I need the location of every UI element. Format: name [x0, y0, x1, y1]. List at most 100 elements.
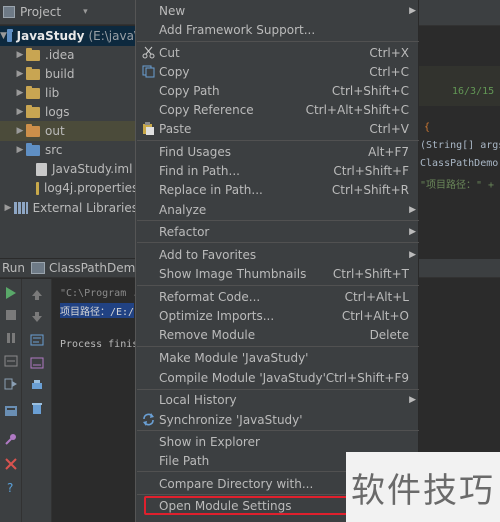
chevron-down-icon[interactable]: ▾	[83, 7, 88, 17]
tree-item-javastudy-iml[interactable]: JavaStudy.iml	[0, 159, 138, 179]
excluded-folder-icon	[26, 123, 40, 137]
project-tree: ▼ JavaStudy (E:\java\ ▶ .idea ▶ build ▶ …	[0, 26, 138, 260]
submenu-arrow-icon: ▶	[409, 204, 416, 215]
tree-item-logs[interactable]: ▶ logs	[0, 102, 138, 122]
menu-item-analyze[interactable]: Analyze ▶	[136, 200, 420, 219]
run-config-name[interactable]: ClassPathDemo	[49, 261, 143, 275]
arrow-down-icon[interactable]	[30, 311, 44, 323]
tree-item-label: logs	[45, 105, 70, 119]
tree-item-label: JavaStudy	[16, 29, 85, 43]
tree-item-label: lib	[45, 86, 60, 100]
pause-icon[interactable]	[4, 332, 18, 344]
menu-item-copy-reference[interactable]: Copy Reference Ctrl+Alt+Shift+C	[136, 100, 420, 119]
pin-icon[interactable]	[4, 433, 18, 445]
trash-icon[interactable]	[30, 402, 44, 414]
iml-file-icon	[36, 162, 47, 176]
expand-arrow-icon[interactable]: ▶	[14, 126, 26, 136]
help-icon[interactable]: ?	[4, 481, 18, 493]
menu-item-label: Copy	[159, 64, 190, 79]
menu-item-refactor[interactable]: Refactor ▶	[136, 222, 420, 241]
menu-item-shortcut: Ctrl+Shift+R	[331, 182, 409, 197]
menu-item-reformat-code[interactable]: Reformat Code... Ctrl+Alt+L	[136, 287, 420, 306]
sync-icon	[143, 413, 154, 426]
folder-icon	[26, 104, 40, 118]
print-icon[interactable]	[30, 379, 44, 391]
menu-separator	[137, 242, 419, 243]
menu-item-copy[interactable]: Copy Ctrl+C	[136, 62, 420, 81]
tree-item-out[interactable]: ▶ out	[0, 121, 138, 141]
menu-item-shortcut: Ctrl+V	[369, 121, 409, 136]
menu-item-shortcut: Ctrl+Shift+F	[333, 163, 409, 178]
expand-arrow-icon[interactable]: ▶	[14, 50, 26, 60]
tree-item-javastudy[interactable]: ▼ JavaStudy (E:\java\	[0, 26, 138, 46]
menu-item-remove-module[interactable]: Remove Module Delete	[136, 325, 420, 344]
menu-item-optimize-imports[interactable]: Optimize Imports... Ctrl+Alt+O	[136, 306, 420, 325]
tree-item-label: src	[45, 143, 63, 157]
menu-separator	[137, 140, 419, 141]
expand-arrow-icon[interactable]: ▶	[14, 145, 26, 155]
stop-icon[interactable]	[4, 309, 18, 321]
menu-item-label: File Path	[159, 453, 210, 468]
menu-item-label: Copy Path	[159, 83, 220, 98]
arrow-up-icon[interactable]	[30, 289, 44, 301]
menu-item-synchronize[interactable]: Synchronize 'JavaStudy'	[136, 410, 420, 429]
menu-item-copy-path[interactable]: Copy Path Ctrl+Shift+C	[136, 81, 420, 100]
exit-icon[interactable]	[4, 378, 18, 390]
menu-item-label: Synchronize 'JavaStudy'	[159, 412, 303, 427]
code-line: ClassPathDemo.	[420, 158, 500, 169]
rerun-icon[interactable]	[4, 287, 18, 299]
close-icon[interactable]	[4, 458, 18, 470]
project-panel-header[interactable]: Project ▾	[0, 0, 138, 25]
submenu-arrow-icon: ▶	[409, 5, 416, 16]
menu-item-add-framework-support[interactable]: Add Framework Support...	[136, 20, 420, 39]
tree-item-build[interactable]: ▶ build	[0, 64, 138, 84]
menu-item-label: Refactor	[159, 224, 210, 239]
menu-item-find-usages[interactable]: Find Usages Alt+F7	[136, 142, 420, 161]
tree-item-log4j-properties[interactable]: log4j.properties	[0, 178, 138, 198]
scissors-icon	[142, 46, 155, 59]
menu-item-label: Open Module Settings	[159, 498, 292, 513]
menu-separator	[137, 346, 419, 347]
menu-item-shortcut: Ctrl+X	[369, 45, 409, 60]
scroll-to-end-icon[interactable]	[30, 357, 44, 369]
expand-arrow-icon[interactable]: ▼	[0, 31, 7, 41]
menu-separator	[137, 41, 419, 42]
project-panel-title: Project	[20, 5, 62, 19]
menu-item-compile-module[interactable]: Compile Module 'JavaStudy' Ctrl+Shift+F9	[136, 368, 420, 387]
expand-arrow-icon[interactable]: ▶	[14, 88, 26, 98]
expand-arrow-icon[interactable]: ▶	[14, 69, 26, 79]
menu-item-show-image-thumbnails[interactable]: Show Image Thumbnails Ctrl+Shift+T	[136, 264, 420, 283]
menu-item-find-in-path[interactable]: Find in Path... Ctrl+Shift+F	[136, 161, 420, 180]
menu-item-add-to-favorites[interactable]: Add to Favorites ▶	[136, 245, 420, 264]
menu-item-label: Local History	[159, 392, 237, 407]
menu-item-label: Optimize Imports...	[159, 308, 275, 323]
menu-item-replace-in-path[interactable]: Replace in Path... Ctrl+Shift+R	[136, 180, 420, 199]
menu-item-label: Show Image Thumbnails	[159, 266, 307, 281]
menu-item-cut[interactable]: Cut Ctrl+X	[136, 43, 420, 62]
tree-item-idea[interactable]: ▶ .idea	[0, 45, 138, 65]
run-panel-label: Run	[2, 261, 26, 275]
menu-item-label: New	[159, 3, 186, 18]
expand-arrow-icon[interactable]: ▶	[14, 107, 26, 117]
menu-item-local-history[interactable]: Local History ▶	[136, 390, 420, 409]
menu-item-label: Remove Module	[159, 327, 256, 342]
tree-item-lib[interactable]: ▶ lib	[0, 83, 138, 103]
tree-item-src[interactable]: ▶ src	[0, 140, 138, 160]
dump-threads-icon[interactable]	[4, 355, 18, 367]
menu-item-label: Compile Module 'JavaStudy'	[159, 370, 326, 385]
paste-icon	[143, 122, 154, 135]
tree-item-label: log4j.properties	[44, 181, 138, 195]
menu-item-make-module[interactable]: Make Module 'JavaStudy'	[136, 348, 420, 367]
menu-item-label: Make Module 'JavaStudy'	[159, 350, 309, 365]
menu-item-paste[interactable]: Paste Ctrl+V	[136, 119, 420, 138]
expand-arrow-icon[interactable]: ▶	[2, 203, 14, 213]
menu-item-label: Find Usages	[159, 144, 232, 159]
menu-item-label: Copy Reference	[159, 102, 254, 117]
code-line: "项目路径：" +	[420, 180, 495, 191]
layout-icon[interactable]	[4, 405, 18, 417]
tree-item-external-libraries[interactable]: ▶ External Libraries	[0, 198, 138, 218]
folder-icon	[26, 85, 40, 99]
menu-item-show-in-explorer[interactable]: Show in Explorer	[136, 432, 420, 451]
menu-item-new[interactable]: New ▶	[136, 1, 420, 20]
soft-wrap-icon[interactable]	[30, 334, 44, 346]
